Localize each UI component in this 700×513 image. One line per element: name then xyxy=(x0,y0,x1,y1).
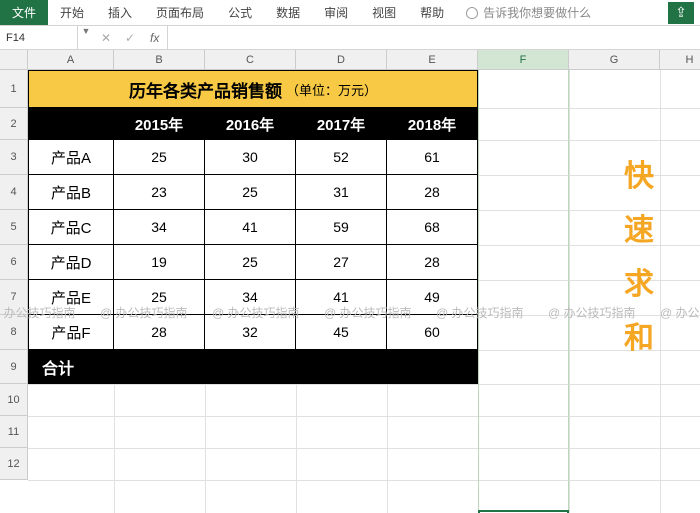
header-cell[interactable]: 2018年 xyxy=(387,108,478,140)
col-header-G[interactable]: G xyxy=(569,50,660,69)
table-row: 产品E25344149 xyxy=(28,280,478,315)
table-row: 产品F28324560 xyxy=(28,315,478,350)
ribbon-right: ⇪ xyxy=(668,0,700,25)
row-headers: 123456789101112 xyxy=(0,70,28,480)
col-header-C[interactable]: C xyxy=(205,50,296,69)
row-header-4[interactable]: 4 xyxy=(0,175,27,210)
ribbon-tab-公式[interactable]: 公式 xyxy=(216,0,264,25)
row-label[interactable]: 产品A xyxy=(28,140,114,175)
header-cell[interactable]: 2015年 xyxy=(114,108,205,140)
col-header-E[interactable]: E xyxy=(387,50,478,69)
select-all-corner[interactable] xyxy=(0,50,28,70)
row-label[interactable]: 产品B xyxy=(28,175,114,210)
share-button[interactable]: ⇪ xyxy=(668,2,694,24)
row-header-6[interactable]: 6 xyxy=(0,245,27,280)
data-cell[interactable]: 25 xyxy=(114,140,205,175)
data-cell[interactable]: 28 xyxy=(114,315,205,350)
cells-area[interactable]: 历年各类产品销售额（单位：万元）2015年2016年2017年2018年产品A2… xyxy=(28,70,700,513)
ribbon-tab-审阅[interactable]: 审阅 xyxy=(312,0,360,25)
row-header-1[interactable]: 1 xyxy=(0,70,27,108)
formula-buttons: ✕ ✓ fx xyxy=(94,26,168,49)
row-header-11[interactable]: 11 xyxy=(0,416,27,448)
table-title: 历年各类产品销售额（单位：万元） xyxy=(28,70,478,108)
ribbon-tab-数据[interactable]: 数据 xyxy=(264,0,312,25)
data-cell[interactable]: 28 xyxy=(387,175,478,210)
formula-input[interactable] xyxy=(168,26,700,49)
table-row: 产品B23253128 xyxy=(28,175,478,210)
total-row[interactable]: 合计 xyxy=(28,350,478,384)
ribbon-tab-页面布局[interactable]: 页面布局 xyxy=(144,0,216,25)
data-cell[interactable]: 41 xyxy=(296,280,387,315)
data-cell[interactable]: 28 xyxy=(387,245,478,280)
ribbon-tab-开始[interactable]: 开始 xyxy=(48,0,96,25)
data-cell[interactable]: 34 xyxy=(114,210,205,245)
table-row: 产品D19252728 xyxy=(28,245,478,280)
name-box[interactable]: F14 xyxy=(0,26,78,49)
col-header-F[interactable]: F xyxy=(478,50,569,69)
enter-icon[interactable]: ✓ xyxy=(118,31,142,45)
ribbon-tab-帮助[interactable]: 帮助 xyxy=(408,0,456,25)
ribbon-tab-视图[interactable]: 视图 xyxy=(360,0,408,25)
row-label[interactable]: 产品F xyxy=(28,315,114,350)
data-cell[interactable]: 61 xyxy=(387,140,478,175)
row-header-7[interactable]: 7 xyxy=(0,280,27,315)
header-cell[interactable]: 2016年 xyxy=(205,108,296,140)
row-header-5[interactable]: 5 xyxy=(0,210,27,245)
data-cell[interactable]: 19 xyxy=(114,245,205,280)
ribbon: 文件开始插入页面布局公式数据审阅视图帮助 告诉我你想要做什么 ⇪ xyxy=(0,0,700,26)
data-cell[interactable]: 31 xyxy=(296,175,387,210)
name-box-value: F14 xyxy=(6,32,25,44)
side-callout: 快速求和 xyxy=(624,150,656,366)
data-cell[interactable]: 59 xyxy=(296,210,387,245)
data-cell[interactable]: 52 xyxy=(296,140,387,175)
active-column-highlight xyxy=(478,70,569,513)
row-header-2[interactable]: 2 xyxy=(0,108,27,140)
data-cell[interactable]: 30 xyxy=(205,140,296,175)
row-header-3[interactable]: 3 xyxy=(0,140,27,175)
row-header-12[interactable]: 12 xyxy=(0,448,27,480)
data-cell[interactable]: 34 xyxy=(205,280,296,315)
col-header-H[interactable]: H xyxy=(660,50,700,69)
column-headers: ABCDEFGH xyxy=(28,50,700,70)
row-label[interactable]: 产品D xyxy=(28,245,114,280)
name-box-dropdown[interactable]: ▼ xyxy=(78,26,94,49)
row-header-8[interactable]: 8 xyxy=(0,315,27,350)
title-unit: （单位：万元） xyxy=(286,80,377,99)
bulb-icon xyxy=(466,7,478,19)
formula-bar: F14 ▼ ✕ ✓ fx xyxy=(0,26,700,50)
col-header-D[interactable]: D xyxy=(296,50,387,69)
spreadsheet-grid[interactable]: ABCDEFGH 123456789101112 历年各类产品销售额（单位：万元… xyxy=(0,50,700,513)
data-cell[interactable]: 27 xyxy=(296,245,387,280)
row-header-9[interactable]: 9 xyxy=(0,350,27,384)
tell-me-text: 告诉我你想要做什么 xyxy=(483,4,591,21)
ribbon-tab-插入[interactable]: 插入 xyxy=(96,0,144,25)
table-row: 产品A25305261 xyxy=(28,140,478,175)
table-header-row: 2015年2016年2017年2018年 xyxy=(28,108,478,140)
ribbon-tab-文件[interactable]: 文件 xyxy=(0,0,48,25)
tell-me[interactable]: 告诉我你想要做什么 xyxy=(456,0,601,25)
data-cell[interactable]: 25 xyxy=(114,280,205,315)
data-cell[interactable]: 23 xyxy=(114,175,205,210)
cancel-icon[interactable]: ✕ xyxy=(94,31,118,45)
data-cell[interactable]: 49 xyxy=(387,280,478,315)
table-row: 产品C34415968 xyxy=(28,210,478,245)
data-cell[interactable]: 60 xyxy=(387,315,478,350)
row-label[interactable]: 产品C xyxy=(28,210,114,245)
row-label[interactable]: 产品E xyxy=(28,280,114,315)
header-cell[interactable]: 2017年 xyxy=(296,108,387,140)
col-header-B[interactable]: B xyxy=(114,50,205,69)
data-cell[interactable]: 41 xyxy=(205,210,296,245)
data-cell[interactable]: 68 xyxy=(387,210,478,245)
fx-icon[interactable]: fx xyxy=(142,31,167,45)
data-cell[interactable]: 45 xyxy=(296,315,387,350)
col-header-A[interactable]: A xyxy=(28,50,114,69)
data-cell[interactable]: 25 xyxy=(205,245,296,280)
row-header-10[interactable]: 10 xyxy=(0,384,27,416)
data-cell[interactable]: 32 xyxy=(205,315,296,350)
data-cell[interactable]: 25 xyxy=(205,175,296,210)
header-cell[interactable] xyxy=(28,108,114,140)
title-main: 历年各类产品销售额 xyxy=(129,77,282,102)
